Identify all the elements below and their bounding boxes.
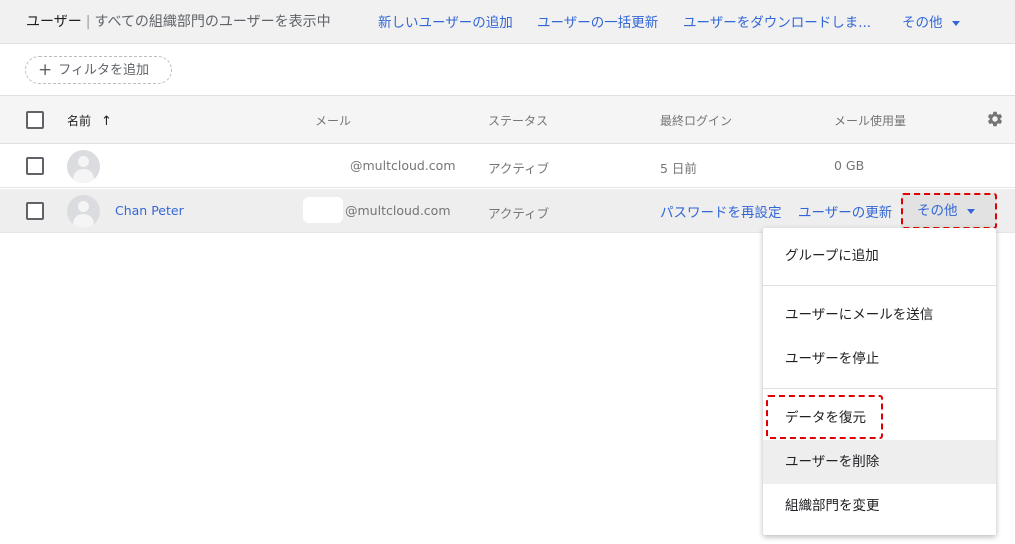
gear-icon[interactable] xyxy=(986,110,1004,128)
page-title-subtitle: すべての組織部門のユーザーを表示中 xyxy=(94,14,331,30)
menu-item-delete-user[interactable]: ユーザーを削除 xyxy=(763,440,996,484)
avatar xyxy=(67,150,100,183)
user-email: @multcloud.com xyxy=(350,158,456,173)
menu-divider xyxy=(763,285,996,286)
add-filter-button[interactable]: + フィルタを追加 xyxy=(25,56,172,84)
add-filter-label: フィルタを追加 xyxy=(58,63,149,78)
email-redaction-mask xyxy=(303,197,343,223)
header-more-label: その他 xyxy=(902,15,943,31)
row-more-button[interactable]: その他 xyxy=(901,193,997,229)
column-header-status[interactable]: ステータス xyxy=(488,112,548,129)
select-all-checkbox[interactable] xyxy=(26,111,44,129)
download-users-button[interactable]: ユーザーをダウンロードしま... xyxy=(683,11,871,31)
page-title-main: ユーザー xyxy=(26,14,82,30)
user-name-link[interactable]: Chan Peter xyxy=(115,203,184,218)
menu-item-change-org-unit[interactable]: 組織部門を変更 xyxy=(763,484,996,528)
user-status: アクティブ xyxy=(488,206,550,221)
filter-bar: + フィルタを追加 xyxy=(0,44,1015,96)
title-separator: | xyxy=(85,14,91,30)
column-header-email-usage[interactable]: メール使用量 xyxy=(834,112,906,129)
plus-icon: + xyxy=(38,60,53,80)
menu-item-email-user[interactable]: ユーザーにメールを送信 xyxy=(763,293,996,337)
menu-item-add-to-group[interactable]: グループに追加 xyxy=(763,234,996,278)
avatar xyxy=(67,195,100,228)
column-header-name[interactable]: 名前 ↑ xyxy=(67,112,112,129)
row-more-label: その他 xyxy=(917,203,958,219)
chevron-down-icon xyxy=(966,208,975,214)
table-row[interactable]: @multcloud.com アクティブ 5 日前 0 GB xyxy=(0,144,1015,188)
menu-divider xyxy=(763,388,996,389)
row-checkbox[interactable] xyxy=(26,157,44,175)
column-header-last-login[interactable]: 最終ログイン xyxy=(660,112,732,129)
sort-ascending-icon[interactable]: ↑ xyxy=(101,114,112,129)
table-header: 名前 ↑ メール ステータス 最終ログイン メール使用量 xyxy=(0,96,1015,144)
table-row[interactable]: Chan Peter @multcloud.com アクティブ パスワードを再設… xyxy=(0,189,1015,233)
page-title: ユーザー | すべての組織部門のユーザーを表示中 xyxy=(26,11,331,31)
row-checkbox[interactable] xyxy=(26,202,44,220)
header-more-button[interactable]: その他 xyxy=(902,11,960,31)
reset-password-button[interactable]: パスワードを再設定 xyxy=(660,201,782,221)
update-user-button[interactable]: ユーザーの更新 xyxy=(798,201,892,221)
column-header-email[interactable]: メール xyxy=(315,112,351,129)
top-toolbar: ユーザー | すべての組織部門のユーザーを表示中 新しいユーザーの追加 ユーザーの一… xyxy=(0,0,1015,44)
user-email: @multcloud.com xyxy=(345,203,451,218)
user-status: アクティブ xyxy=(488,161,550,176)
bulk-update-users-button[interactable]: ユーザーの一括更新 xyxy=(537,11,658,31)
add-user-button[interactable]: 新しいユーザーの追加 xyxy=(378,11,513,31)
column-name-label: 名前 xyxy=(67,114,92,128)
menu-item-suspend-user[interactable]: ユーザーを停止 xyxy=(763,337,996,381)
more-actions-menu: グループに追加 ユーザーにメールを送信 ユーザーを停止 データを復元 ユーザーを… xyxy=(763,228,996,535)
user-email-usage: 0 GB xyxy=(834,158,865,173)
user-last-login: 5 日前 xyxy=(660,161,697,176)
chevron-down-icon xyxy=(951,20,960,26)
restore-data-highlight xyxy=(766,395,883,439)
